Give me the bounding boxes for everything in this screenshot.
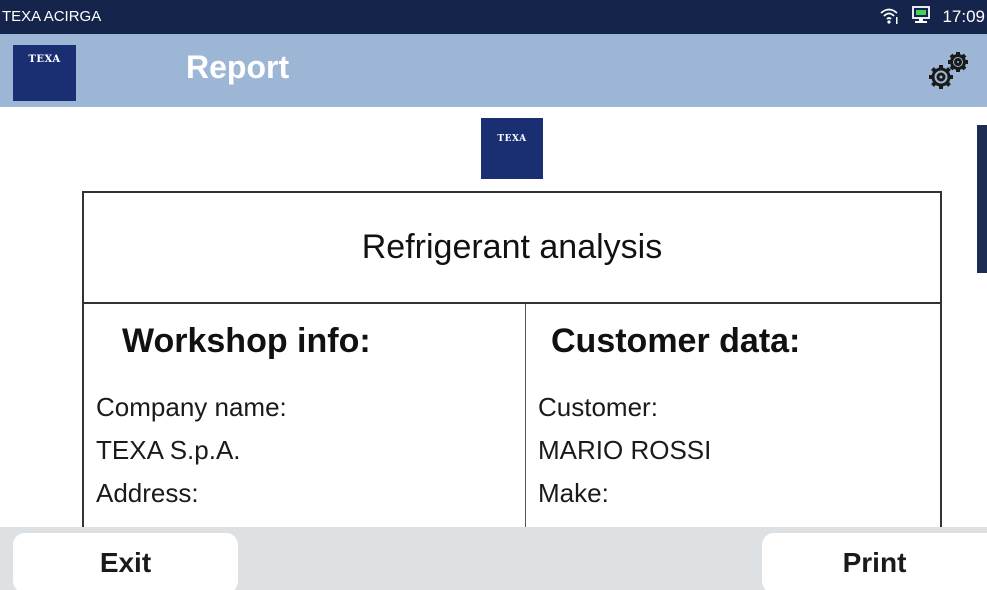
texa-logo: TEXA (13, 45, 76, 101)
network-monitor-icon (910, 5, 932, 29)
print-button[interactable]: Print (762, 533, 987, 590)
scrollbar[interactable] (977, 125, 987, 273)
report-texa-logo: TEXA (481, 118, 543, 179)
exit-button[interactable]: Exit (13, 533, 238, 590)
report-columns: Workshop info: Company name: TEXA S.p.A.… (84, 304, 940, 534)
gears-icon (929, 52, 968, 89)
workshop-info-section: Workshop info: Company name: TEXA S.p.A.… (84, 304, 526, 534)
report-screen: TEXA ACIRGA 17:09 TEXA Report TEXA Refri… (0, 0, 987, 590)
customer-data-heading: Customer data: (551, 322, 801, 360)
app-name: TEXA ACIRGA (2, 8, 102, 25)
report-table: Refrigerant analysis Workshop info: Comp… (82, 191, 942, 534)
bottom-action-bar: Exit Print (0, 527, 987, 590)
app-header: TEXA Report (0, 34, 987, 107)
workshop-field-label: Company name: (96, 392, 287, 422)
customer-data-section: Customer data: Customer: MARIO ROSSI Mak… (526, 304, 940, 534)
report-title: Refrigerant analysis (361, 228, 663, 266)
workshop-field-value: TEXA S.p.A. (96, 435, 241, 465)
status-icons: 17:09 (878, 5, 985, 29)
status-clock: 17:09 (942, 7, 985, 26)
page-title: Report (186, 49, 290, 85)
customer-field-value: MARIO ROSSI (538, 435, 712, 465)
report-title-row: Refrigerant analysis (84, 193, 940, 304)
customer-field-label: Make: (538, 478, 609, 508)
workshop-field-label: Address: (96, 478, 199, 508)
settings-button[interactable] (925, 48, 973, 94)
report-content: TEXA Refrigerant analysis Workshop info:… (0, 107, 987, 534)
status-bar: TEXA ACIRGA 17:09 (0, 0, 987, 34)
workshop-info-heading: Workshop info: (122, 322, 371, 360)
wifi-icon (878, 5, 900, 29)
customer-field-label: Customer: (538, 392, 658, 422)
